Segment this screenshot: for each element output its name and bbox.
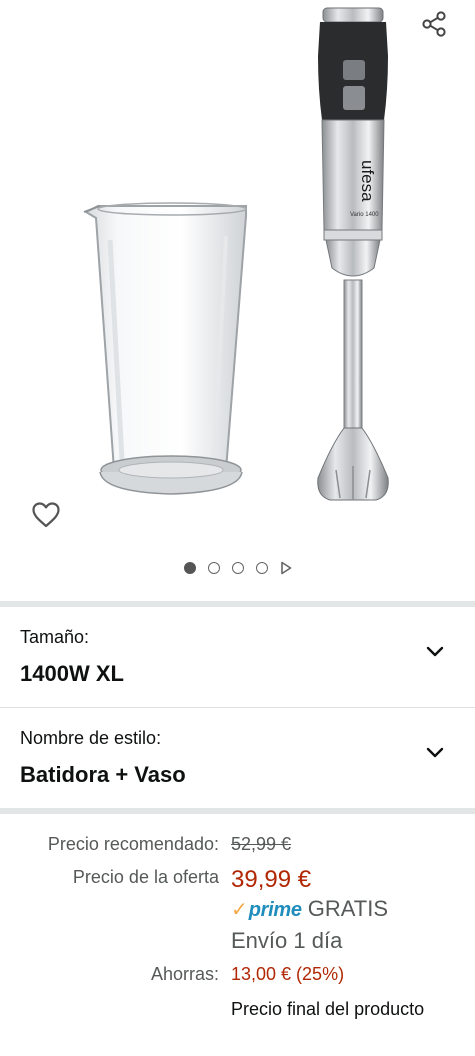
model-mark: Vario 1400 (350, 212, 379, 218)
savings-label: Ahorras: (150, 964, 219, 984)
prime-logo: ✓ prime (231, 897, 302, 922)
image-carousel-indicator (0, 558, 475, 578)
play-triangle-icon (280, 561, 291, 575)
style-dropdown-toggle[interactable] (422, 740, 448, 766)
carousel-dot-4[interactable] (255, 562, 268, 574)
size-value: 1400W XL (20, 661, 124, 686)
style-value: Batidora + Vaso (20, 762, 186, 787)
offer-price-label: Precio de la oferta (72, 867, 219, 887)
size-selector[interactable]: Tamaño: 1400W XL (0, 607, 475, 707)
share-icon (422, 11, 446, 37)
carousel-dot-2[interactable] (207, 562, 220, 574)
offer-price-value: 39,99 € (231, 866, 312, 893)
prime-wordmark: prime (248, 899, 302, 921)
share-button[interactable] (416, 6, 452, 42)
prime-shipping: ✓ prime GRATIS (231, 896, 388, 922)
free-shipping-text: GRATIS (307, 896, 388, 921)
product-image[interactable]: ufesa Vario 1400 (0, 0, 475, 550)
delivery-time: Envío 1 día (231, 928, 343, 953)
carousel-dot-3[interactable] (231, 562, 244, 574)
savings-value: 13,00 € (25%) (231, 964, 345, 984)
prime-check-icon: ✓ (231, 899, 248, 921)
carousel-next-button[interactable] (280, 561, 292, 575)
chevron-down-icon (426, 646, 444, 657)
section-divider (0, 808, 475, 814)
carousel-dot-1[interactable] (183, 562, 196, 574)
final-price-note: Precio final del producto (231, 999, 425, 1019)
style-selector[interactable]: Nombre de estilo: Batidora + Vaso (0, 708, 475, 808)
heart-outline-icon (32, 502, 60, 528)
hand-blender-image: ufesa Vario 1400 (317, 7, 389, 501)
recommended-price-value: 52,99 € (231, 834, 292, 854)
style-label: Nombre de estilo: (20, 728, 162, 748)
product-image-gallery[interactable]: ufesa Vario 1400 (0, 0, 475, 550)
beaker-image (83, 202, 247, 495)
size-label: Tamaño: (20, 627, 90, 647)
add-to-wishlist-button[interactable] (28, 498, 64, 532)
recommended-price-label: Precio recomendado: (47, 834, 219, 854)
size-dropdown-toggle[interactable] (422, 639, 448, 665)
brand-mark: ufesa (358, 160, 377, 202)
chevron-down-icon (426, 747, 444, 758)
